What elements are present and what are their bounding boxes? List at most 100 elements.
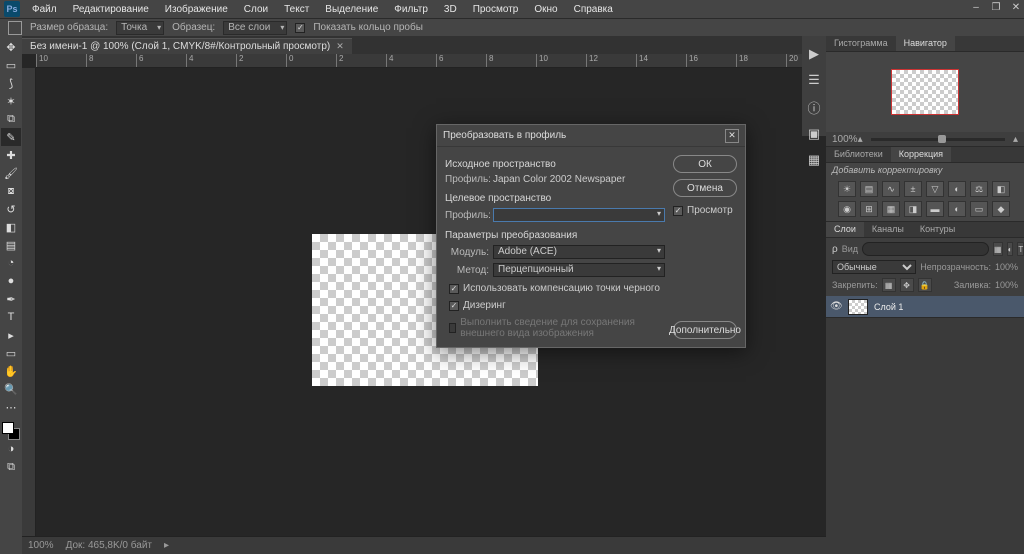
selective-color-icon[interactable]: ◆ (992, 201, 1010, 217)
close-tab-icon[interactable]: ✕ (336, 41, 344, 52)
eyedropper-tool[interactable]: ✎ (1, 128, 21, 146)
ruler-horizontal[interactable]: 10 8 6 4 2 0 2 4 6 8 10 12 14 16 18 20 (36, 54, 826, 68)
exposure-icon[interactable]: ± (904, 181, 922, 197)
menu-help[interactable]: Справка (566, 2, 621, 17)
move-tool[interactable]: ✥ (1, 38, 21, 56)
tab-adjustments[interactable]: Коррекция (891, 147, 951, 162)
history-brush-tool[interactable]: ↺ (1, 200, 21, 218)
play-icon[interactable]: ▶ (805, 46, 823, 62)
dodge-tool[interactable]: ● (1, 272, 21, 290)
properties-icon[interactable]: ▣ (805, 126, 823, 142)
sample-dropdown[interactable]: Все слои (223, 21, 287, 35)
menu-edit[interactable]: Редактирование (65, 2, 157, 17)
threshold-icon[interactable]: ◐ (948, 201, 966, 217)
hue-icon[interactable]: ◐ (948, 181, 966, 197)
maximize-icon[interactable]: ❐ (990, 2, 1002, 13)
menu-view[interactable]: Просмотр (465, 2, 527, 17)
marquee-tool[interactable]: ▭ (1, 56, 21, 74)
levels-icon[interactable]: ▤ (860, 181, 878, 197)
visibility-icon[interactable]: 👁 (830, 301, 842, 312)
brightness-icon[interactable]: ☀ (838, 181, 856, 197)
bpc-checkbox[interactable]: ✓ (449, 284, 459, 294)
menu-image[interactable]: Изображение (157, 2, 236, 17)
intent-dropdown[interactable]: Перцепционный (493, 263, 665, 277)
shape-tool[interactable]: ▭ (1, 344, 21, 362)
hand-tool[interactable]: ✋ (1, 362, 21, 380)
curves-icon[interactable]: ∿ (882, 181, 900, 197)
filter-pixel-icon[interactable]: ▦ (993, 242, 1003, 256)
healing-tool[interactable]: ✚ (1, 146, 21, 164)
gradient-map-icon[interactable]: ▭ (970, 201, 988, 217)
eyedropper-tool-icon[interactable] (8, 21, 22, 35)
menu-file[interactable]: Файл (24, 2, 65, 17)
foreground-color[interactable] (2, 422, 14, 434)
color-lookup-icon[interactable]: ▦ (882, 201, 900, 217)
pen-tool[interactable]: ✒ (1, 290, 21, 308)
opacity-value[interactable]: 100% (995, 262, 1018, 272)
zoom-in-icon[interactable]: ▴ (1013, 134, 1018, 145)
dialog-close-icon[interactable]: ✕ (725, 129, 739, 143)
status-zoom[interactable]: 100% (28, 540, 54, 551)
swatches-icon[interactable]: ▦ (805, 152, 823, 168)
lock-pixels-icon[interactable]: ▦ (882, 278, 896, 292)
crop-tool[interactable]: ⧉ (1, 110, 21, 128)
fill-value[interactable]: 100% (995, 280, 1018, 290)
screenmode-icon[interactable]: ⧉ (1, 458, 21, 476)
zoom-out-icon[interactable]: ▴ (858, 134, 863, 145)
photo-filter-icon[interactable]: ◉ (838, 201, 856, 217)
tab-paths[interactable]: Контуры (912, 222, 963, 237)
tab-navigator[interactable]: Навигатор (896, 36, 955, 51)
bpc-checkbox-row[interactable]: ✓ Использовать компенсацию точки черного (445, 283, 665, 294)
sample-size-dropdown[interactable]: Точка (116, 21, 164, 35)
cancel-button[interactable]: Отмена (673, 179, 737, 197)
history-icon[interactable]: ☰ (805, 72, 823, 88)
channel-mixer-icon[interactable]: ⊞ (860, 201, 878, 217)
menu-3d[interactable]: 3D (436, 2, 465, 17)
menu-window[interactable]: Окно (526, 2, 565, 17)
vibrance-icon[interactable]: ▽ (926, 181, 944, 197)
tab-channels[interactable]: Каналы (864, 222, 912, 237)
dither-checkbox-row[interactable]: ✓ Дизеринг (445, 300, 665, 311)
advanced-button[interactable]: Дополнительно (673, 321, 737, 339)
layer-name[interactable]: Слой 1 (874, 302, 903, 312)
navigator-preview[interactable] (826, 52, 1024, 132)
layer-filter-input[interactable] (862, 242, 989, 256)
posterize-icon[interactable]: ▬ (926, 201, 944, 217)
lock-all-icon[interactable]: 🔒 (918, 278, 932, 292)
dialog-titlebar[interactable]: Преобразовать в профиль ✕ (437, 125, 745, 147)
magic-wand-tool[interactable]: ✶ (1, 92, 21, 110)
dither-checkbox[interactable]: ✓ (449, 301, 459, 311)
engine-dropdown[interactable]: Adobe (ACE) (493, 245, 665, 259)
minimize-icon[interactable]: – (970, 2, 982, 13)
tab-layers[interactable]: Слои (826, 222, 864, 237)
blur-tool[interactable]: ◔ (1, 254, 21, 272)
preview-checkbox-row[interactable]: ✓ Просмотр (673, 205, 737, 216)
status-doc-info[interactable]: Док: 465,8K/0 байт (66, 540, 152, 551)
zoom-tool[interactable]: 🔍 (1, 380, 21, 398)
color-balance-icon[interactable]: ⚖ (970, 181, 988, 197)
target-profile-dropdown[interactable] (493, 208, 665, 222)
gradient-tool[interactable]: ▤ (1, 236, 21, 254)
menu-type[interactable]: Текст (276, 2, 317, 17)
layer-item[interactable]: 👁 Слой 1 (826, 296, 1024, 318)
tab-histogram[interactable]: Гистограмма (826, 36, 896, 51)
status-chevron-icon[interactable]: ▸ (164, 540, 169, 551)
filter-type-icon[interactable]: T (1017, 242, 1024, 256)
more-tools-icon[interactable]: ⋯ (1, 398, 21, 416)
eraser-tool[interactable]: ◧ (1, 218, 21, 236)
brush-tool[interactable]: 🖌 (1, 164, 21, 182)
menu-filter[interactable]: Фильтр (386, 2, 436, 17)
info-icon[interactable]: ⓘ (805, 98, 823, 116)
type-tool[interactable]: T (1, 308, 21, 326)
menu-select[interactable]: Выделение (317, 2, 386, 17)
color-swatch[interactable] (2, 422, 20, 440)
layer-thumbnail[interactable] (848, 299, 868, 315)
tab-libraries[interactable]: Библиотеки (826, 147, 891, 162)
invert-icon[interactable]: ◨ (904, 201, 922, 217)
path-select-tool[interactable]: ▸ (1, 326, 21, 344)
show-ring-checkbox[interactable]: ✓ (295, 23, 305, 33)
ok-button[interactable]: ОК (673, 155, 737, 173)
preview-checkbox[interactable]: ✓ (673, 206, 683, 216)
blend-mode-dropdown[interactable]: Обычные (832, 260, 916, 274)
close-icon[interactable]: ✕ (1010, 2, 1022, 13)
